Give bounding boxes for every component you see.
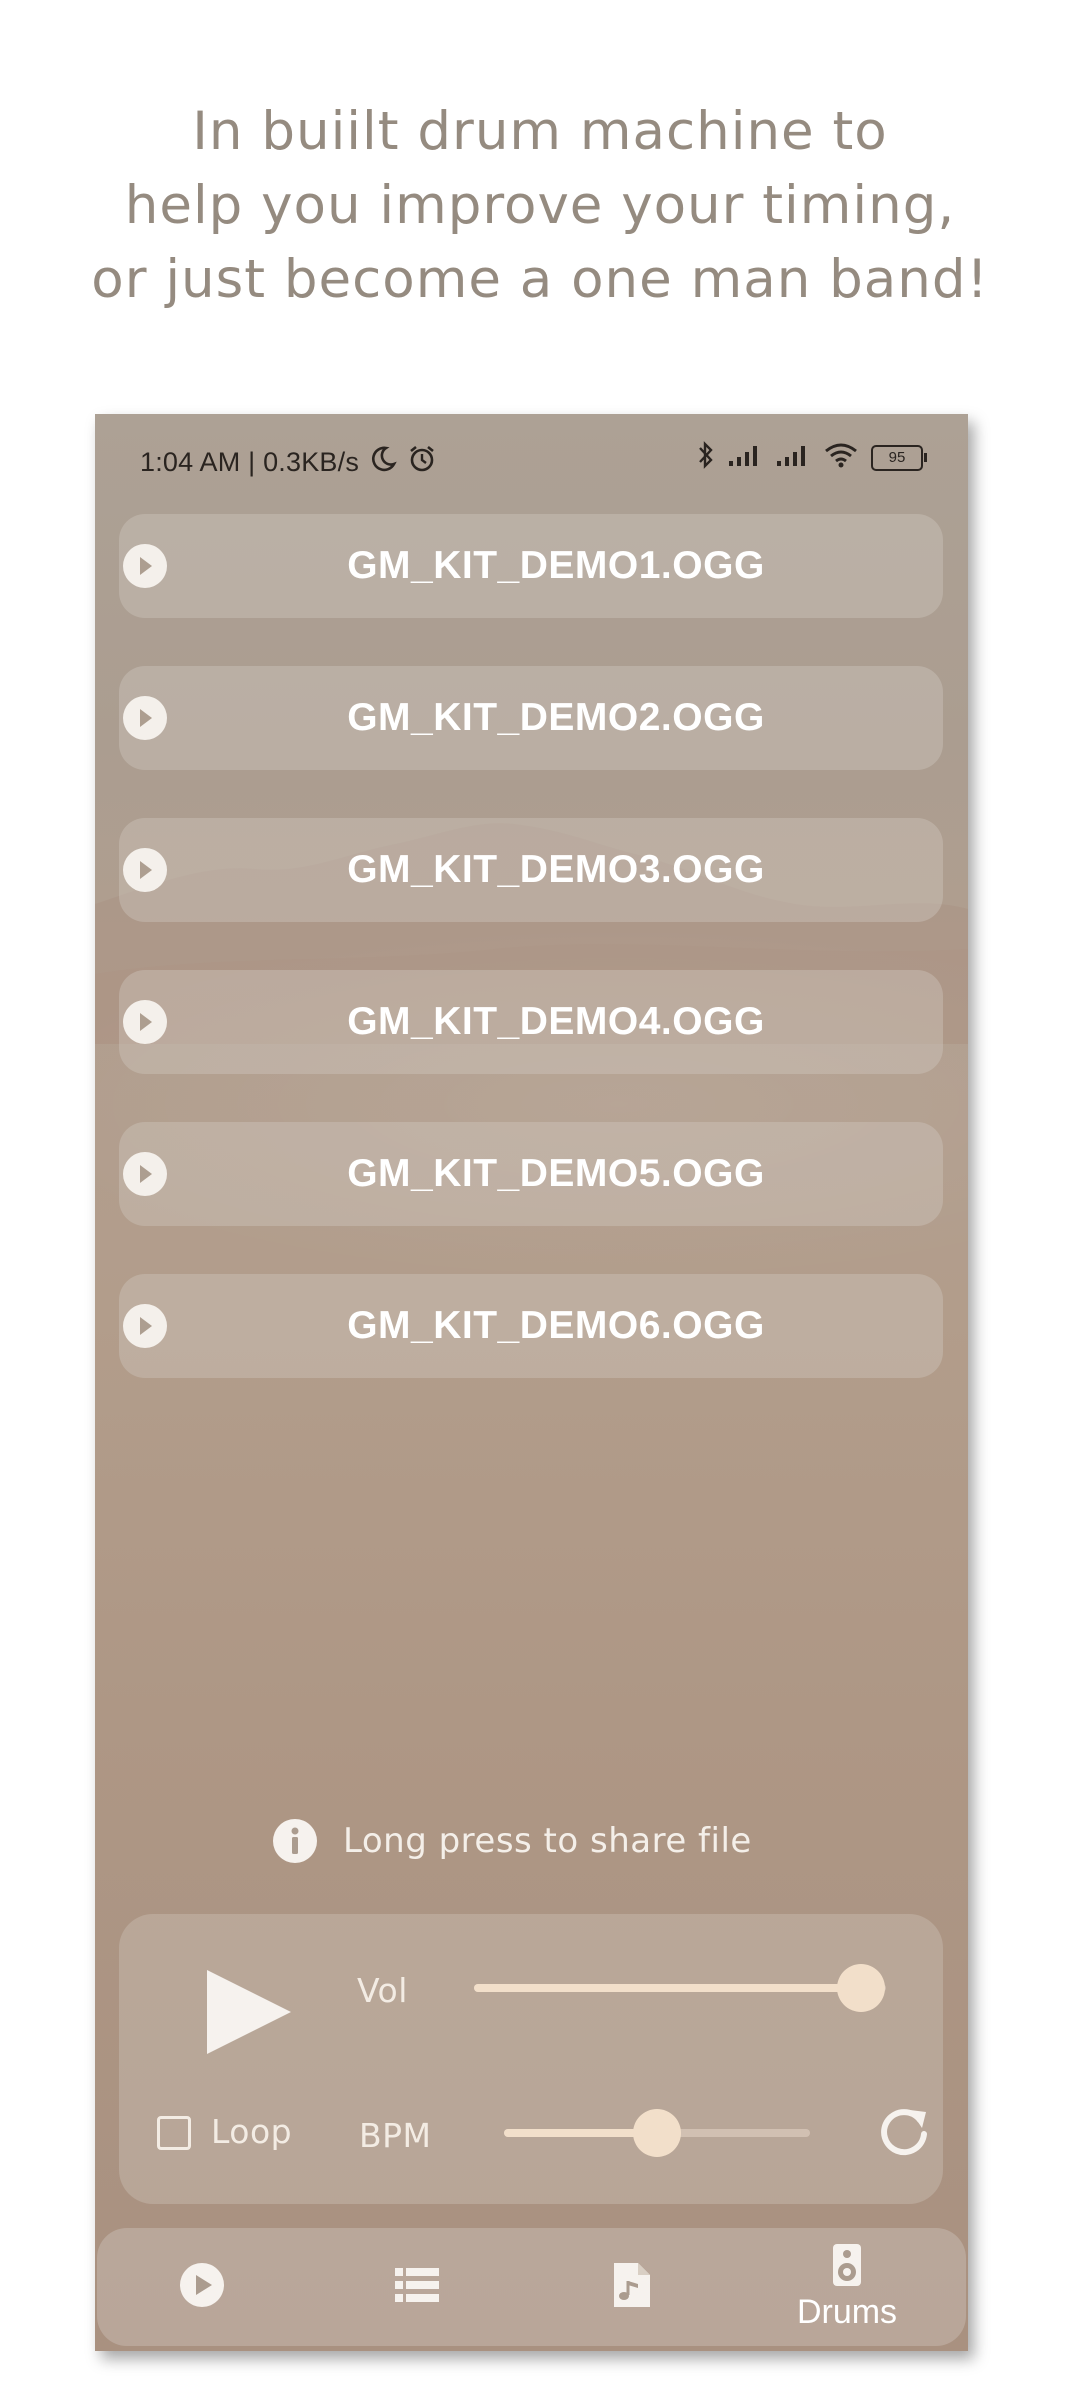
signal-icon-1 (727, 443, 763, 472)
play-icon[interactable] (123, 544, 167, 588)
play-icon[interactable] (123, 1000, 167, 1044)
speaker-icon (832, 2243, 862, 2291)
loop-label: Loop (211, 2112, 293, 2151)
status-bar: 1:04 AM | 0.3KB/s 95 (95, 414, 968, 504)
volume-slider[interactable] (474, 1964, 886, 2012)
headline: In buiilt drum machine to help you impro… (0, 95, 1080, 317)
track-item-2[interactable]: GM_KIT_DEMO2.OGG (119, 666, 943, 770)
status-time: 1:04 AM | 0.3KB/s (140, 447, 360, 477)
bpm-label: BPM (359, 2116, 432, 2155)
track-item-3[interactable]: GM_KIT_DEMO3.OGG (119, 818, 943, 922)
nav-drums[interactable]: Drums (742, 2228, 952, 2346)
volume-thumb[interactable] (837, 1964, 886, 2012)
track-name: GM_KIT_DEMO1.OGG (347, 544, 765, 587)
bluetooth-icon (697, 440, 715, 475)
signal-icon-2 (775, 443, 811, 472)
volume-fill (474, 1984, 862, 1992)
play-icon[interactable] (123, 848, 167, 892)
play-icon[interactable] (123, 1152, 167, 1196)
moon-icon (369, 445, 397, 480)
headline-line-3: or just become a one man band! (91, 249, 989, 310)
track-name: GM_KIT_DEMO5.OGG (347, 1152, 765, 1195)
track-name: GM_KIT_DEMO6.OGG (347, 1304, 765, 1347)
track-name: GM_KIT_DEMO4.OGG (347, 1000, 765, 1043)
track-item-6[interactable]: GM_KIT_DEMO6.OGG (119, 1274, 943, 1378)
track-name: GM_KIT_DEMO2.OGG (347, 696, 765, 739)
bottom-nav: Drums (97, 2228, 966, 2346)
phone-screen: 1:04 AM | 0.3KB/s 95 GM_KIT_DEMO1.OGG GM… (95, 414, 968, 2351)
track-item-4[interactable]: GM_KIT_DEMO4.OGG (119, 970, 943, 1074)
music-file-icon (612, 2261, 652, 2313)
loop-checkbox[interactable] (157, 2116, 191, 2150)
play-icon[interactable] (123, 1304, 167, 1348)
info-icon (273, 1819, 317, 1863)
play-button[interactable] (203, 1966, 295, 2062)
share-hint: Long press to share file (273, 1816, 752, 1866)
headline-line-1: In buiilt drum machine to (192, 101, 888, 162)
nav-list[interactable] (312, 2228, 522, 2346)
battery-indicator: 95 (871, 444, 927, 471)
play-icon[interactable] (123, 696, 167, 740)
player-controls: Vol Loop BPM (119, 1914, 943, 2204)
hint-text: Long press to share file (343, 1821, 752, 1861)
bpm-thumb[interactable] (633, 2109, 681, 2157)
bpm-slider[interactable] (504, 2109, 810, 2157)
track-name: GM_KIT_DEMO3.OGG (347, 848, 765, 891)
list-icon (395, 2266, 439, 2308)
headline-line-2: help you improve your timing, (124, 175, 956, 236)
alarm-icon (407, 444, 437, 481)
volume-label: Vol (357, 1971, 408, 2010)
nav-play[interactable] (97, 2228, 307, 2346)
nav-drums-label: Drums (796, 2292, 898, 2331)
reset-icon[interactable] (874, 2102, 934, 2166)
track-item-5[interactable]: GM_KIT_DEMO5.OGG (119, 1122, 943, 1226)
track-item-1[interactable]: GM_KIT_DEMO1.OGG (119, 514, 943, 618)
play-icon (179, 2262, 225, 2312)
nav-music-files[interactable] (527, 2228, 737, 2346)
wifi-icon (823, 442, 859, 473)
